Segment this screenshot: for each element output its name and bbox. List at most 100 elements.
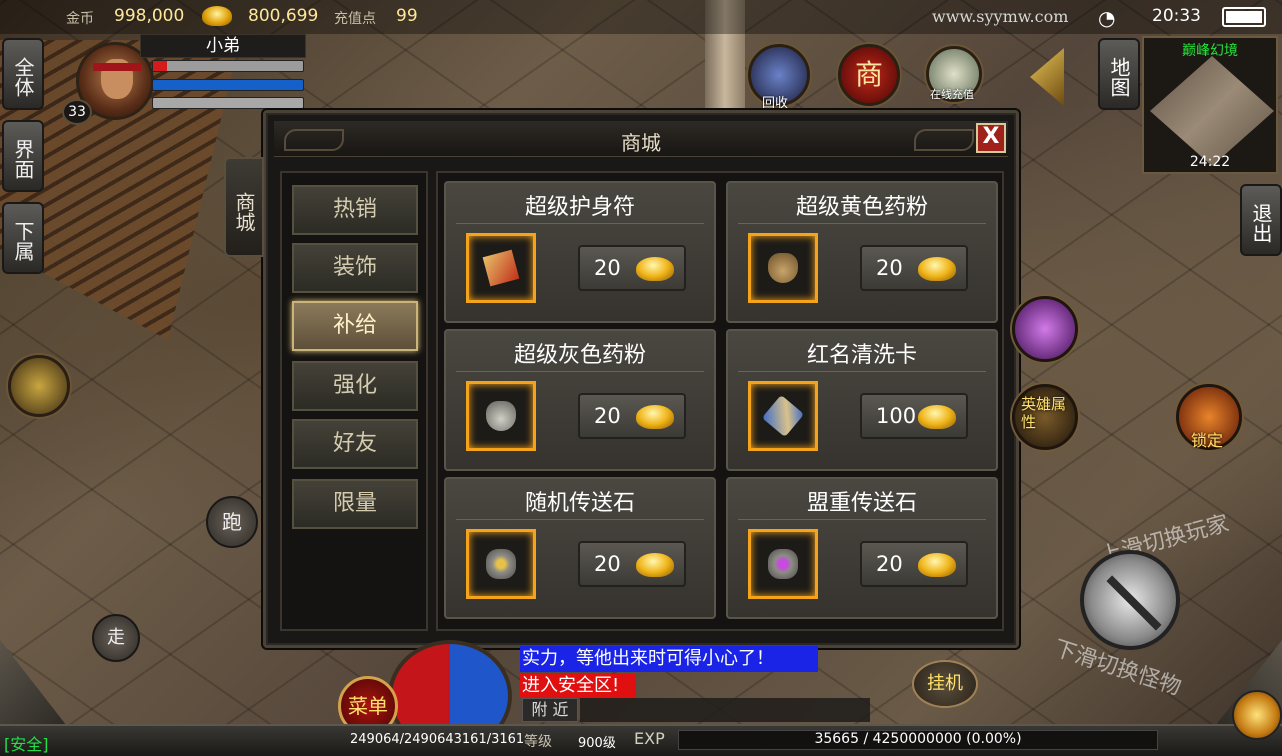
shop-dialog: 商城 商城 X 热销 装饰 补给 强化 好友 限量 超级护身符 20 超级黄色药…: [224, 110, 1019, 648]
ingot-icon: [636, 405, 674, 429]
item-price: 20: [594, 256, 621, 280]
item-card: 超级护身符 20: [444, 181, 716, 323]
hp-mp-readout: 249064/2490643161/3161: [350, 732, 525, 747]
exit-button[interactable]: 退出: [1240, 184, 1282, 256]
subordinate-button[interactable]: 下属: [2, 202, 44, 274]
item-price: 100: [876, 404, 917, 428]
online-recharge-label: 在线充值: [930, 88, 974, 101]
stone-shape: [486, 549, 516, 579]
buy-button[interactable]: 20: [860, 541, 968, 587]
category-decoration[interactable]: 装饰: [292, 243, 418, 293]
item-name: 随机传送石: [524, 491, 635, 516]
ingot-value: 800,699: [248, 6, 319, 26]
mengzhong-stone-icon[interactable]: [748, 529, 818, 599]
category-hot[interactable]: 热销: [292, 185, 418, 235]
auto-hang-button[interactable]: 挂机: [912, 660, 978, 708]
item-card: 盟重传送石 20: [726, 477, 998, 619]
hp-bar: [152, 60, 304, 72]
bag-shape: [486, 401, 516, 431]
lock-target-button[interactable]: 锁定: [1176, 384, 1242, 450]
sub-bar: [152, 97, 304, 109]
item-divider: [456, 223, 704, 224]
buy-button[interactable]: 20: [578, 393, 686, 439]
recycle-label: 回收: [762, 96, 789, 111]
category-friend[interactable]: 好友: [292, 419, 418, 469]
attack-joystick[interactable]: [1080, 550, 1180, 650]
gray-powder-bag-icon[interactable]: [466, 381, 536, 451]
scroll-card-icon[interactable]: [748, 381, 818, 451]
buy-button[interactable]: 20: [860, 245, 968, 291]
exp-value: 35665 / 4250000000 (0.00%): [814, 731, 1022, 747]
ingot-icon: [636, 553, 674, 577]
battery-icon: [1222, 7, 1266, 27]
safe-zone-tag: [安全]: [4, 735, 49, 754]
shop-title: 商城: [621, 131, 661, 155]
top-status-bar: 金币 998,000 800,699 充值点 99 www.syymw.com …: [0, 0, 1282, 34]
minimap-area-name: 巅峰幻境: [1182, 43, 1238, 59]
item-name: 超级灰色药粉: [513, 343, 646, 368]
shop-side-tab[interactable]: 商城: [224, 157, 264, 257]
all-button[interactable]: 全体: [2, 38, 44, 110]
chat-message: 实力，等他出来时可得小心了！: [520, 646, 818, 672]
item-divider: [738, 519, 986, 520]
walk-button[interactable]: 走: [92, 614, 140, 662]
run-button[interactable]: 跑: [206, 496, 258, 548]
close-button[interactable]: X: [976, 123, 1006, 153]
level-label: 等级: [524, 734, 552, 750]
shop-header: 商城: [274, 121, 1008, 157]
item-price: 20: [876, 256, 903, 280]
teleport-stone-icon[interactable]: [466, 529, 536, 599]
item-divider: [738, 371, 986, 372]
header-ornament-right-icon: [914, 129, 974, 151]
item-name: 盟重传送石: [806, 491, 917, 516]
category-enhance[interactable]: 强化: [292, 361, 418, 411]
ingot-icon: [636, 257, 674, 281]
chat-input[interactable]: [580, 698, 870, 722]
mp-bar: [152, 79, 304, 91]
category-limited[interactable]: 限量: [292, 479, 418, 529]
buy-button[interactable]: 100: [860, 393, 968, 439]
item-divider: [456, 371, 704, 372]
lock-label: 锁定: [1191, 431, 1224, 450]
site-watermark: www.syymw.com: [932, 7, 1069, 26]
chat-tab-nearby[interactable]: 附 近: [522, 698, 578, 722]
minimap[interactable]: 巅峰幻境 24:22: [1142, 36, 1278, 174]
talisman-shape: [482, 249, 520, 287]
avatar-headband: [93, 63, 141, 71]
item-card: 随机传送石 20: [444, 477, 716, 619]
summon-skill-icon[interactable]: [1012, 296, 1078, 362]
hero-attribute-button[interactable]: 英雄属性: [1012, 384, 1078, 450]
item-price: 20: [876, 552, 903, 576]
level-value: 900级: [578, 736, 616, 751]
map-button[interactable]: 地图: [1098, 38, 1140, 110]
minimap-coords: 24:22: [1189, 154, 1231, 170]
buy-button[interactable]: 20: [578, 541, 686, 587]
item-card: 超级黄色药粉 20: [726, 181, 998, 323]
sun-icon[interactable]: [1232, 690, 1282, 740]
stone-shape: [768, 549, 798, 579]
ingot-icon: [918, 553, 956, 577]
talisman-icon[interactable]: [466, 233, 536, 303]
item-price: 20: [594, 552, 621, 576]
player-level-badge: 33: [62, 99, 92, 125]
recharge-label: 充值点: [334, 11, 376, 27]
item-divider: [456, 519, 704, 520]
ingot-icon: [918, 257, 956, 281]
shop-icon[interactable]: 商: [838, 44, 900, 106]
clock: 20:33: [1152, 6, 1201, 26]
item-name: 超级黄色药粉: [795, 195, 928, 220]
exp-label: EXP: [634, 729, 665, 748]
recharge-value: 99: [396, 6, 418, 26]
skull-chain-icon[interactable]: [8, 355, 70, 417]
player-name: 小弟: [140, 34, 306, 58]
buy-button[interactable]: 20: [578, 245, 686, 291]
category-supply[interactable]: 补给: [292, 301, 418, 351]
gold-value: 998,000: [114, 6, 185, 26]
yellow-powder-bag-icon[interactable]: [748, 233, 818, 303]
interface-button[interactable]: 界面: [2, 120, 44, 192]
ingot-icon: [918, 405, 956, 429]
ingot-icon: [202, 6, 232, 26]
category-panel: 热销 装饰 补给 强化 好友 限量: [280, 171, 428, 631]
chat-message: 进入安全区!: [520, 674, 636, 698]
sword-icon: [1106, 575, 1162, 631]
